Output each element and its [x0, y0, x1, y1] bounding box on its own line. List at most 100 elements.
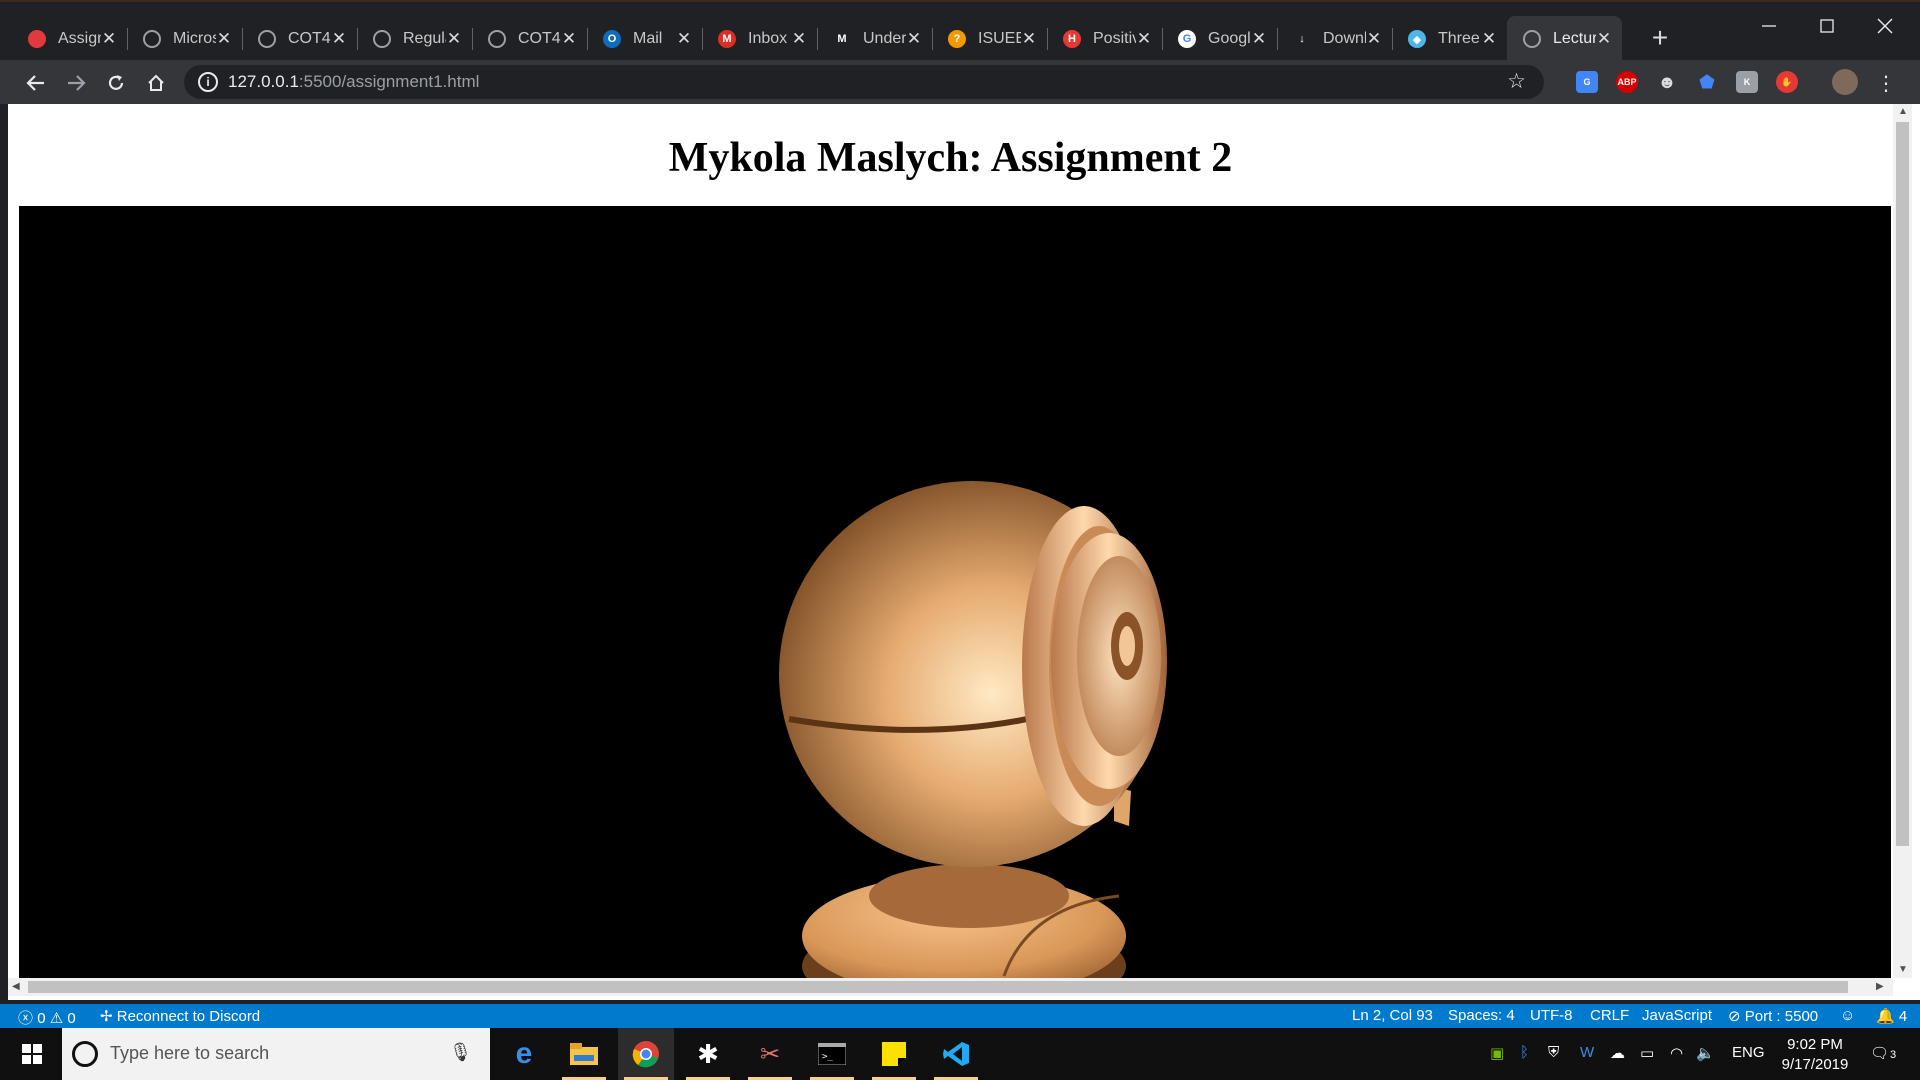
- bookmark-star-icon[interactable]: ☆: [1507, 69, 1526, 94]
- forward-button[interactable]: [61, 68, 91, 98]
- bluetooth-icon[interactable]: ᛒ: [1520, 1044, 1529, 1061]
- close-window-button[interactable]: [1856, 2, 1914, 50]
- notifications-indicator[interactable]: 🔔 4: [1876, 1007, 1907, 1025]
- chrome-icon[interactable]: [618, 1028, 674, 1080]
- url-text[interactable]: 127.0.0.1:5500/assignment1.html: [228, 72, 479, 92]
- scroll-left-arrow-icon[interactable]: ◀: [12, 981, 20, 992]
- indentation[interactable]: Spaces: 4: [1448, 1007, 1515, 1024]
- site-info-icon[interactable]: i: [198, 72, 218, 92]
- battery-icon[interactable]: ▭: [1640, 1044, 1654, 1062]
- vscode-icon[interactable]: [928, 1028, 984, 1080]
- scroll-right-arrow-icon[interactable]: ▶: [1876, 981, 1884, 992]
- file-explorer-icon[interactable]: [556, 1028, 612, 1080]
- globe-icon: [373, 30, 391, 48]
- grammarly-icon[interactable]: K: [1736, 71, 1758, 93]
- system-clock[interactable]: 9:02 PM 9/17/2019: [1770, 1035, 1860, 1075]
- input-language[interactable]: ENG: [1732, 1044, 1765, 1061]
- error-icon: ⓧ: [18, 1010, 34, 1027]
- action-center-icon[interactable]: 🗨3: [1870, 1044, 1896, 1062]
- snip-icon[interactable]: ✂: [742, 1028, 798, 1080]
- defender-icon[interactable]: ⛨: [1548, 1044, 1559, 1061]
- no-entry-icon: ⊘: [1728, 1008, 1741, 1025]
- browser-tab[interactable]: G Google✕: [1162, 16, 1277, 62]
- problems-indicator[interactable]: ⓧ 0 ⚠ 0: [18, 1007, 76, 1028]
- minimize-button[interactable]: [1740, 2, 1798, 50]
- tab-close-icon[interactable]: ✕: [791, 29, 807, 49]
- tab-close-icon[interactable]: ✕: [1136, 29, 1152, 49]
- tab-close-icon[interactable]: ✕: [446, 29, 462, 49]
- address-bar[interactable]: i 127.0.0.1:5500/assignment1.html ☆: [184, 65, 1544, 99]
- browser-tab[interactable]: Assignment 1✕: [12, 16, 127, 62]
- vertical-scrollbar[interactable]: ▲ ▼: [1893, 104, 1912, 978]
- browser-tab[interactable]: Microsoft✕: [127, 16, 242, 62]
- cursor-position[interactable]: Ln 2, Col 93: [1352, 1007, 1433, 1024]
- word-icon[interactable]: W: [1580, 1044, 1594, 1061]
- onedrive-icon[interactable]: ☁: [1610, 1044, 1625, 1062]
- stop-icon[interactable]: ✋: [1776, 71, 1798, 93]
- scroll-up-arrow-icon[interactable]: ▲: [1898, 106, 1908, 117]
- browser-tab[interactable]: M Inbox ✕: [702, 16, 817, 62]
- browser-tab[interactable]: O Mail ✕: [587, 16, 702, 62]
- tab-close-icon[interactable]: ✕: [1596, 29, 1612, 49]
- close-icon: [1877, 18, 1893, 34]
- terminal-icon[interactable]: >_: [804, 1028, 860, 1080]
- page-title: Mykola Maslych: Assignment 2: [668, 135, 1233, 181]
- tab-close-icon[interactable]: ✕: [1021, 29, 1037, 49]
- browser-tab[interactable]: Regulations✕: [357, 16, 472, 62]
- tab-close-icon[interactable]: ✕: [331, 29, 347, 49]
- new-tab-button[interactable]: +: [1645, 24, 1675, 54]
- browser-tab[interactable]: M Understanding✕: [817, 16, 932, 62]
- cortana-icon: [72, 1041, 98, 1067]
- horizontal-scrollbar[interactable]: ◀ ▶: [8, 978, 1893, 996]
- reload-button[interactable]: [101, 68, 131, 98]
- tab-close-icon[interactable]: ✕: [101, 29, 117, 49]
- browser-tab[interactable]: ↓ Downloads✕: [1277, 16, 1392, 62]
- slack-icon[interactable]: ✱: [680, 1028, 736, 1080]
- tab-close-icon[interactable]: ✕: [676, 29, 692, 49]
- discord-status[interactable]: ✢ Reconnect to Discord: [100, 1007, 260, 1025]
- webgl-canvas[interactable]: [19, 206, 1891, 978]
- adblock-icon[interactable]: ABP: [1616, 71, 1638, 93]
- microphone-icon[interactable]: 🎙: [449, 1042, 472, 1063]
- encoding[interactable]: UTF-8: [1530, 1007, 1573, 1024]
- browser-tab[interactable]: COT4930✕: [472, 16, 587, 62]
- sticky-notes-icon[interactable]: [866, 1028, 922, 1080]
- ghost-icon[interactable]: ☻: [1656, 71, 1678, 93]
- home-button[interactable]: [141, 68, 171, 98]
- back-button[interactable]: [21, 68, 51, 98]
- browser-tab[interactable]: ◆ Three.js✕: [1392, 16, 1507, 62]
- feedback-smiley-icon[interactable]: ☺: [1840, 1007, 1855, 1024]
- tab-close-icon[interactable]: ✕: [561, 29, 577, 49]
- tab-close-icon[interactable]: ✕: [216, 29, 232, 49]
- notification-count: 4: [1898, 1008, 1908, 1025]
- render-scene: [779, 481, 1167, 978]
- browser-tab[interactable]: Lecture✕: [1507, 16, 1622, 62]
- browser-tab[interactable]: COT4930✕: [242, 16, 357, 62]
- tab-title: Assignment 1: [58, 30, 101, 47]
- browser-tab[interactable]: H Positive✕: [1047, 16, 1162, 62]
- browser-tab[interactable]: ? ISUEE ✕: [932, 16, 1047, 62]
- tab-close-icon[interactable]: ✕: [1251, 29, 1267, 49]
- maximize-button[interactable]: [1798, 2, 1856, 50]
- tab-close-icon[interactable]: ✕: [1366, 29, 1382, 49]
- wifi-icon[interactable]: ◠: [1670, 1044, 1683, 1062]
- shield-icon[interactable]: ⬟: [1696, 71, 1718, 93]
- edge-icon[interactable]: e: [496, 1028, 552, 1080]
- profile-avatar[interactable]: [1832, 69, 1858, 95]
- tab-close-icon[interactable]: ✕: [906, 29, 922, 49]
- tab-close-icon[interactable]: ✕: [1481, 29, 1497, 49]
- url-path: :5500/assignment1.html: [298, 72, 480, 91]
- translate-icon[interactable]: G: [1576, 71, 1598, 93]
- taskbar-search-box[interactable]: Type here to search 🎙: [62, 1028, 490, 1080]
- scroll-down-arrow-icon[interactable]: ▼: [1898, 964, 1908, 975]
- start-button[interactable]: [4, 1028, 60, 1080]
- menu-kebab-icon[interactable]: ⋮: [1871, 68, 1901, 98]
- volume-icon[interactable]: 🔈: [1696, 1044, 1715, 1062]
- language-mode[interactable]: JavaScript: [1642, 1007, 1712, 1024]
- horizontal-scroll-thumb[interactable]: [28, 981, 1848, 993]
- tab-title: Microsoft: [173, 30, 216, 47]
- nvidia-icon[interactable]: ▣: [1490, 1044, 1504, 1062]
- vertical-scroll-thumb[interactable]: [1896, 122, 1909, 846]
- live-server-port[interactable]: ⊘ Port : 5500: [1728, 1007, 1818, 1025]
- line-endings[interactable]: CRLF: [1590, 1007, 1629, 1024]
